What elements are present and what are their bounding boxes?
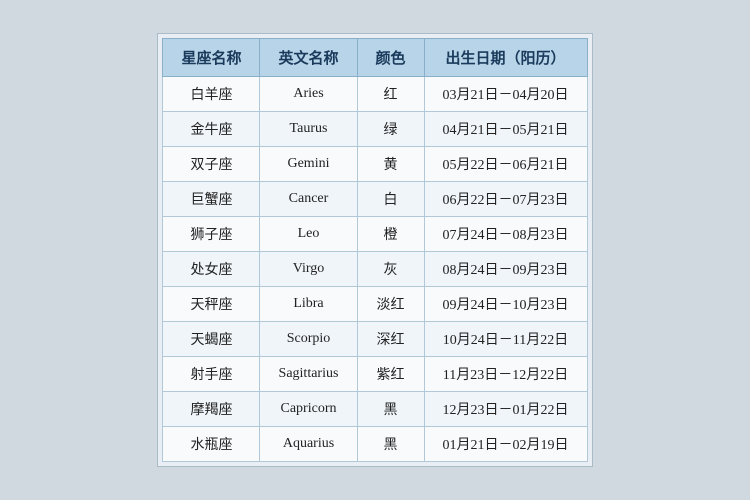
column-header-3: 出生日期（阳历） bbox=[424, 39, 587, 77]
table-cell-9-3: 12月23日－01月22日 bbox=[424, 392, 587, 427]
table-row: 摩羯座Capricorn黑12月23日－01月22日 bbox=[163, 392, 587, 427]
table-row: 双子座Gemini黄05月22日－06月21日 bbox=[163, 147, 587, 182]
table-cell-2-2: 黄 bbox=[357, 147, 424, 182]
table-cell-7-3: 10月24日－11月22日 bbox=[424, 322, 587, 357]
table-cell-7-1: Scorpio bbox=[260, 322, 357, 357]
table-cell-0-0: 白羊座 bbox=[163, 77, 260, 112]
table-cell-10-0: 水瓶座 bbox=[163, 427, 260, 462]
table-cell-4-0: 狮子座 bbox=[163, 217, 260, 252]
table-cell-10-3: 01月21日－02月19日 bbox=[424, 427, 587, 462]
table-cell-8-2: 紫红 bbox=[357, 357, 424, 392]
table-cell-2-1: Gemini bbox=[260, 147, 357, 182]
table-cell-3-0: 巨蟹座 bbox=[163, 182, 260, 217]
table-cell-7-0: 天蝎座 bbox=[163, 322, 260, 357]
table-cell-9-0: 摩羯座 bbox=[163, 392, 260, 427]
table-row: 白羊座Aries红03月21日－04月20日 bbox=[163, 77, 587, 112]
table-cell-5-1: Virgo bbox=[260, 252, 357, 287]
table-cell-7-2: 深红 bbox=[357, 322, 424, 357]
table-cell-3-3: 06月22日－07月23日 bbox=[424, 182, 587, 217]
table-cell-6-1: Libra bbox=[260, 287, 357, 322]
table-cell-5-2: 灰 bbox=[357, 252, 424, 287]
table-cell-6-2: 淡红 bbox=[357, 287, 424, 322]
table-cell-4-2: 橙 bbox=[357, 217, 424, 252]
table-cell-10-2: 黑 bbox=[357, 427, 424, 462]
table-cell-6-0: 天秤座 bbox=[163, 287, 260, 322]
table-cell-1-1: Taurus bbox=[260, 112, 357, 147]
table-cell-10-1: Aquarius bbox=[260, 427, 357, 462]
column-header-2: 颜色 bbox=[357, 39, 424, 77]
table-row: 天秤座Libra淡红09月24日－10月23日 bbox=[163, 287, 587, 322]
table-row: 天蝎座Scorpio深红10月24日－11月22日 bbox=[163, 322, 587, 357]
table-cell-4-1: Leo bbox=[260, 217, 357, 252]
table-cell-1-3: 04月21日－05月21日 bbox=[424, 112, 587, 147]
table-row: 水瓶座Aquarius黑01月21日－02月19日 bbox=[163, 427, 587, 462]
table-cell-8-3: 11月23日－12月22日 bbox=[424, 357, 587, 392]
table-cell-4-3: 07月24日－08月23日 bbox=[424, 217, 587, 252]
table-row: 巨蟹座Cancer白06月22日－07月23日 bbox=[163, 182, 587, 217]
zodiac-table-container: 星座名称英文名称颜色出生日期（阳历） 白羊座Aries红03月21日－04月20… bbox=[157, 33, 592, 467]
table-cell-5-3: 08月24日－09月23日 bbox=[424, 252, 587, 287]
table-header-row: 星座名称英文名称颜色出生日期（阳历） bbox=[163, 39, 587, 77]
table-cell-3-2: 白 bbox=[357, 182, 424, 217]
table-cell-5-0: 处女座 bbox=[163, 252, 260, 287]
table-cell-9-1: Capricorn bbox=[260, 392, 357, 427]
table-cell-3-1: Cancer bbox=[260, 182, 357, 217]
table-cell-6-3: 09月24日－10月23日 bbox=[424, 287, 587, 322]
table-row: 处女座Virgo灰08月24日－09月23日 bbox=[163, 252, 587, 287]
column-header-1: 英文名称 bbox=[260, 39, 357, 77]
table-cell-0-1: Aries bbox=[260, 77, 357, 112]
table-cell-8-0: 射手座 bbox=[163, 357, 260, 392]
zodiac-table: 星座名称英文名称颜色出生日期（阳历） 白羊座Aries红03月21日－04月20… bbox=[162, 38, 587, 462]
table-cell-0-2: 红 bbox=[357, 77, 424, 112]
table-cell-0-3: 03月21日－04月20日 bbox=[424, 77, 587, 112]
table-row: 狮子座Leo橙07月24日－08月23日 bbox=[163, 217, 587, 252]
table-cell-1-2: 绿 bbox=[357, 112, 424, 147]
column-header-0: 星座名称 bbox=[163, 39, 260, 77]
table-cell-2-0: 双子座 bbox=[163, 147, 260, 182]
table-cell-9-2: 黑 bbox=[357, 392, 424, 427]
table-cell-2-3: 05月22日－06月21日 bbox=[424, 147, 587, 182]
table-cell-1-0: 金牛座 bbox=[163, 112, 260, 147]
table-row: 金牛座Taurus绿04月21日－05月21日 bbox=[163, 112, 587, 147]
table-cell-8-1: Sagittarius bbox=[260, 357, 357, 392]
table-row: 射手座Sagittarius紫红11月23日－12月22日 bbox=[163, 357, 587, 392]
